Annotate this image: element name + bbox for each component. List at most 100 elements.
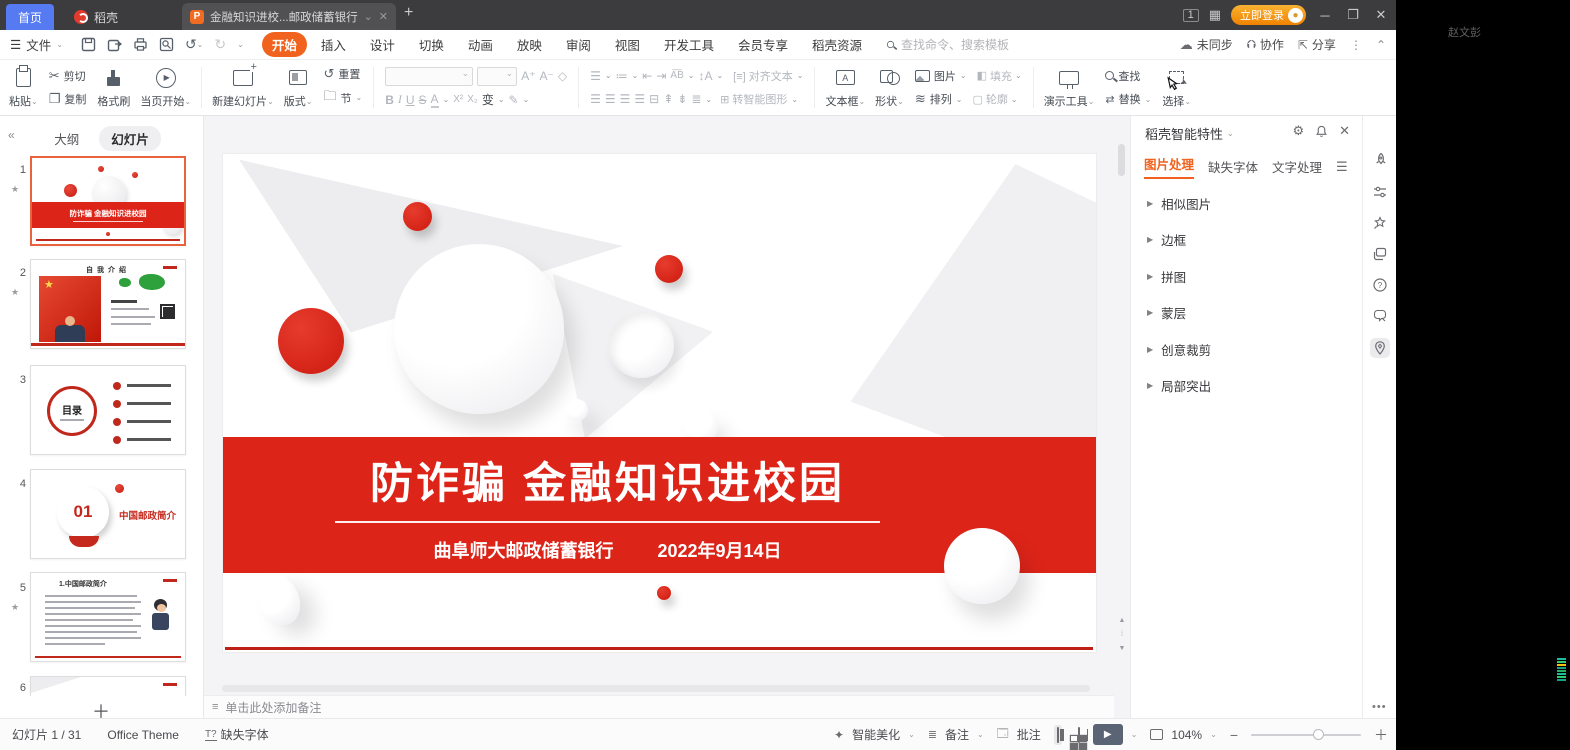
tab-image-processing[interactable]: 图片处理 <box>1144 154 1194 179</box>
tab-close-icon[interactable]: ✕ <box>379 10 388 23</box>
menu-item-insert[interactable]: 插入 <box>311 32 356 57</box>
align-right-button[interactable]: ☰ <box>620 92 631 106</box>
customize-toolbar-icon[interactable]: ⌄ <box>237 40 244 49</box>
underline-button[interactable]: U <box>406 93 415 107</box>
font-color-button[interactable]: A <box>431 92 439 108</box>
slide-canvas[interactable]: 防诈骗 金融知识进校园 曲阜师大邮政储蓄银行 2022年9月14日 ≡ 单击此处… <box>204 116 1114 718</box>
login-button[interactable]: 立即登录 ● <box>1231 5 1306 25</box>
panel-item-mask[interactable]: ▶蒙层 <box>1147 303 1186 322</box>
menu-item-home[interactable]: 开始 <box>262 32 307 57</box>
shapes-button[interactable]: 形状⌄ <box>870 62 909 113</box>
zoom-out-button[interactable]: − <box>1230 727 1238 743</box>
menu-item-transition[interactable]: 切换 <box>409 32 454 57</box>
workspace-switch-icon[interactable]: 1 <box>1183 9 1199 22</box>
print-icon[interactable] <box>133 37 148 52</box>
apps-grid-icon[interactable]: ▦ <box>1209 7 1221 23</box>
panel-menu-icon[interactable]: ☰ <box>1336 159 1348 175</box>
slide-thumbnail-5[interactable]: 1.中国邮政简介 <box>30 572 186 662</box>
superscript-button[interactable]: X² <box>453 94 463 105</box>
panel-item-border[interactable]: ▶边框 <box>1147 230 1186 249</box>
theme-name[interactable]: Office Theme <box>107 728 179 742</box>
normal-view-button[interactable] <box>1054 725 1062 745</box>
layers-copy-icon[interactable] <box>1370 244 1390 264</box>
tab-pin-icon[interactable]: ⌄ <box>364 10 373 23</box>
panel-item-collage[interactable]: ▶拼图 <box>1147 267 1186 286</box>
sliders-icon[interactable] <box>1370 182 1390 202</box>
number-list-button[interactable]: ≔ <box>616 69 628 83</box>
bell-icon[interactable] <box>1315 125 1328 138</box>
char-spacing-button[interactable]: A͞B <box>670 70 683 81</box>
command-search[interactable]: 查找命令、搜索模板 <box>886 36 1009 53</box>
slide-1-editor[interactable]: 防诈骗 金融知识进校园 曲阜师大邮政储蓄银行 2022年9月14日 <box>222 153 1097 653</box>
increase-font-button[interactable]: A⁺ <box>521 69 535 83</box>
fill-button[interactable]: ◧填充⌄ <box>977 68 1022 84</box>
rail-more-icon[interactable]: ••• <box>1372 701 1387 713</box>
help-icon[interactable]: ? <box>1370 275 1390 295</box>
font-size-dropdown[interactable] <box>477 67 517 86</box>
notes-toggle-button[interactable]: ≣备注⌄ <box>928 726 984 743</box>
tab-outline[interactable]: 大纲 <box>42 126 91 151</box>
tab-slides[interactable]: 幻灯片 <box>99 126 161 151</box>
find-replace-icon[interactable] <box>159 37 174 52</box>
indent-button[interactable]: ⇥ <box>656 69 666 83</box>
play-from-current-button[interactable]: ▶ 当页开始⌄ <box>135 62 196 113</box>
zoom-in-button[interactable]: ＋ <box>1374 725 1388 745</box>
paste-button[interactable]: 粘贴⌄ <box>4 62 43 113</box>
bold-button[interactable]: B <box>385 93 394 107</box>
menu-item-view[interactable]: 视图 <box>605 32 650 57</box>
undo-button[interactable]: ↺⌄ <box>185 36 203 53</box>
zoom-slider[interactable] <box>1251 734 1361 736</box>
row-spacing-down-icon[interactable]: ⇟ <box>677 92 687 106</box>
decrease-font-button[interactable]: A⁻ <box>540 69 554 83</box>
highlight-button[interactable]: ✎ <box>509 93 519 107</box>
panel-item-similar-images[interactable]: ▶相似图片 <box>1147 194 1211 213</box>
find-button[interactable]: 查找 <box>1101 68 1155 84</box>
title-block[interactable]: 防诈骗 金融知识进校园 曲阜师大邮政储蓄银行 2022年9月14日 <box>335 449 880 563</box>
slide-thumbnail-2[interactable]: 自我介绍 ★ <box>30 259 186 349</box>
picture-button[interactable]: 图片⌄ <box>915 68 967 84</box>
slide-nav-buttons[interactable]: ▲⁞▼ <box>1116 614 1128 656</box>
sync-status[interactable]: ☁未同步 <box>1180 36 1233 53</box>
menu-item-resources[interactable]: 稻壳资源 <box>802 32 872 57</box>
comments-button[interactable]: 🗔批注 <box>997 725 1041 744</box>
new-slide-button[interactable]: 新建幻灯片⌄ <box>207 62 279 113</box>
menu-item-review[interactable]: 审阅 <box>556 32 601 57</box>
feedback-icon[interactable] <box>1370 306 1390 326</box>
rocket-icon[interactable] <box>1370 150 1390 170</box>
collaborate-button[interactable]: ⮉协作 <box>1247 36 1284 53</box>
align-left-button[interactable]: ☰ <box>590 92 601 106</box>
paragraph-spacing-button[interactable]: ≣ <box>691 92 701 106</box>
slideshow-play-button[interactable]: ▶ <box>1093 724 1123 745</box>
distribute-button[interactable]: ⊟ <box>649 92 659 106</box>
vertical-scrollbar[interactable] <box>1118 144 1125 176</box>
bullet-list-button[interactable]: ☰ <box>590 69 601 83</box>
slide-thumbnail-4[interactable]: 01 中国邮政简介 <box>30 469 186 559</box>
textbox-button[interactable]: A 文本框⌄ <box>820 62 870 113</box>
replace-button[interactable]: ⇄替换⌄ <box>1101 91 1155 107</box>
outline-button[interactable]: ▢轮廓⌄ <box>972 91 1017 107</box>
zoom-slider-knob[interactable] <box>1313 729 1324 740</box>
redo-button[interactable]: ↻ <box>214 36 226 53</box>
slide-layout-button[interactable]: 版式⌄ <box>279 62 318 113</box>
menu-item-devtools[interactable]: 开发工具 <box>654 32 724 57</box>
tab-missing-fonts[interactable]: 缺失字体 <box>1208 157 1258 176</box>
strike-button[interactable]: S <box>419 93 427 107</box>
outdent-button[interactable]: ⇤ <box>642 69 652 83</box>
slide-thumbnail-6[interactable] <box>30 676 186 696</box>
subscript-button[interactable]: X₂ <box>467 94 478 105</box>
menu-item-animation[interactable]: 动画 <box>458 32 503 57</box>
magic-star-icon[interactable] <box>1370 213 1390 233</box>
notes-bar[interactable]: ≡ 单击此处添加备注 <box>204 695 1114 718</box>
menu-item-slideshow[interactable]: 放映 <box>507 32 552 57</box>
copy-button[interactable]: ❐复制 <box>45 91 91 107</box>
italic-button[interactable]: I <box>398 92 402 107</box>
menu-item-design[interactable]: 设计 <box>360 32 405 57</box>
slide-subtitle-date[interactable]: 2022年9月14日 <box>657 537 781 563</box>
close-panel-icon[interactable]: ✕ <box>1339 123 1350 139</box>
tab-store[interactable]: 稻壳 <box>60 4 172 30</box>
reading-view-button[interactable] <box>1078 728 1080 742</box>
smart-beautify-button[interactable]: ✦智能美化⌄ <box>834 726 915 743</box>
share-button[interactable]: ⇱分享 <box>1298 36 1336 53</box>
maximize-button[interactable]: ❐ <box>1344 7 1362 23</box>
tab-document[interactable]: P 金融知识进校...邮政储蓄银行 ⌄ ✕ <box>182 3 396 30</box>
